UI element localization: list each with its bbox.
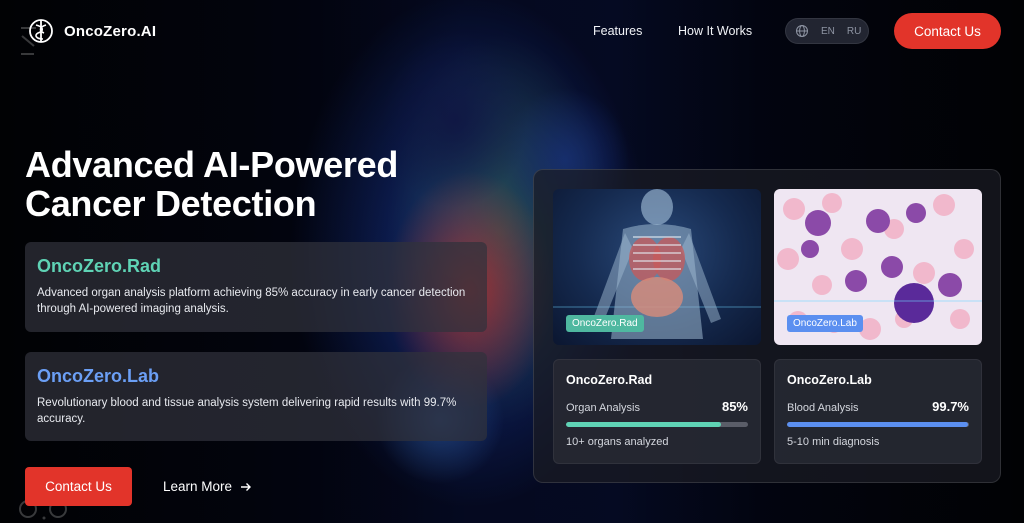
product-name: OncoZero.Rad bbox=[37, 256, 162, 276]
nav-contact-button[interactable]: Contact Us bbox=[894, 13, 1001, 49]
stat-metric-value: 85% bbox=[721, 399, 748, 414]
progress-bar-fill bbox=[787, 422, 969, 427]
image-tag-lab: OncoZero.Lab bbox=[787, 315, 863, 332]
brand-name: OncoZero.AI bbox=[64, 22, 157, 40]
brand-logo[interactable]: OncoZero.AI bbox=[26, 16, 156, 46]
product-card-lab: OncoZero.Lab Revolutionary blood and tis… bbox=[25, 352, 487, 441]
product-description: Advanced organ analysis platform achievi… bbox=[37, 287, 466, 315]
hero-contact-button[interactable]: Contact Us bbox=[25, 467, 132, 506]
stat-card-title: OncoZero.Rad bbox=[566, 373, 653, 387]
logo-icon bbox=[29, 19, 53, 43]
progress-bar bbox=[787, 422, 969, 427]
stat-metric-value: 99.7% bbox=[932, 399, 969, 414]
top-navigation: OncoZero.AI Features How It Works EN RU … bbox=[0, 0, 1024, 62]
progress-bar bbox=[566, 422, 748, 427]
stat-metric-label: Organ Analysis bbox=[566, 402, 640, 414]
language-switcher: EN RU bbox=[785, 18, 869, 44]
nav-link-how-it-works[interactable]: How It Works bbox=[678, 24, 752, 38]
stat-card-lab: OncoZero.Lab Blood Analysis 99.7% 5-10 m… bbox=[774, 359, 982, 464]
product-description: Revolutionary blood and tissue analysis … bbox=[37, 397, 457, 425]
product-name: OncoZero.Lab bbox=[37, 366, 160, 386]
nav-link-features[interactable]: Features bbox=[593, 24, 642, 38]
learn-more-label: Learn More bbox=[163, 479, 233, 494]
stat-card-title: OncoZero.Lab bbox=[787, 373, 872, 387]
stat-card-rad: OncoZero.Rad Organ Analysis 85% 10+ orga… bbox=[553, 359, 761, 464]
learn-more-link[interactable]: Learn More bbox=[163, 479, 252, 494]
stat-note: 10+ organs analyzed bbox=[566, 436, 669, 448]
organ-anatomy-image: OncoZero.Rad bbox=[553, 189, 761, 345]
image-tag-rad: OncoZero.Rad bbox=[566, 315, 644, 332]
hero-title: Advanced AI-Powered Cancer Detection bbox=[25, 144, 399, 224]
language-option-en[interactable]: EN bbox=[821, 26, 835, 37]
stat-metric-label: Blood Analysis bbox=[787, 402, 859, 414]
product-card-rad: OncoZero.Rad Advanced organ analysis pla… bbox=[25, 242, 487, 332]
stat-note: 5-10 min diagnosis bbox=[787, 436, 880, 448]
progress-bar-fill bbox=[566, 422, 721, 427]
globe-icon bbox=[796, 25, 808, 37]
language-option-ru[interactable]: RU bbox=[847, 26, 861, 37]
blood-cells-image: OncoZero.Lab bbox=[774, 189, 982, 345]
product-showcase-panel: OncoZero.Rad OncoZero.Lab OncoZero.Rad O… bbox=[533, 169, 1001, 483]
arrow-right-icon bbox=[241, 482, 252, 491]
